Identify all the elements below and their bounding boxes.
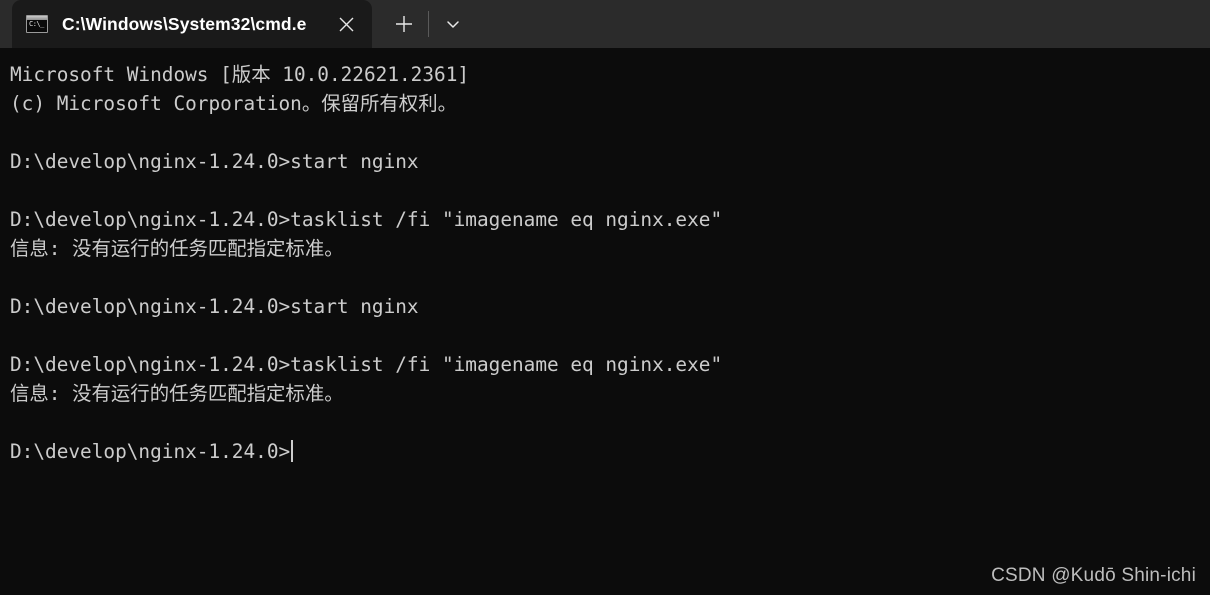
tab-cmd[interactable]: C:\Windows\System32\cmd.e	[12, 0, 372, 48]
terminal-line: (c) Microsoft Corporation。保留所有权利。	[10, 92, 457, 115]
terminal-output-area[interactable]: Microsoft Windows [版本 10.0.22621.2361] (…	[0, 48, 1210, 595]
tabstrip-divider	[428, 11, 429, 37]
new-tab-button[interactable]	[382, 4, 426, 44]
chevron-down-icon[interactable]	[431, 4, 475, 44]
terminal-window: C:\Windows\System32\cmd.e Microsoft Wind…	[0, 0, 1210, 595]
prompt-text: D:\develop\nginx-1.24.0>	[10, 440, 291, 463]
terminal-prompt-line: D:\develop\nginx-1.24.0>	[10, 437, 1210, 466]
terminal-line: D:\develop\nginx-1.24.0>start nginx	[10, 295, 419, 318]
terminal-line: 信息: 没有运行的任务匹配指定标准。	[10, 237, 344, 260]
terminal-line: Microsoft Windows [版本 10.0.22621.2361]	[10, 63, 470, 86]
terminal-line: D:\develop\nginx-1.24.0>tasklist /fi "im…	[10, 353, 723, 376]
terminal-line: D:\develop\nginx-1.24.0>tasklist /fi "im…	[10, 208, 723, 231]
console-window-icon	[26, 15, 48, 33]
watermark: CSDN @Kudō Shin-ichi	[991, 565, 1196, 586]
text-cursor	[291, 440, 294, 462]
terminal-line: 信息: 没有运行的任务匹配指定标准。	[10, 382, 344, 405]
tab-title: C:\Windows\System32\cmd.e	[62, 13, 307, 34]
tab-strip: C:\Windows\System32\cmd.e	[0, 0, 1210, 48]
terminal-line: D:\develop\nginx-1.24.0>start nginx	[10, 150, 419, 173]
close-icon[interactable]	[330, 8, 362, 40]
